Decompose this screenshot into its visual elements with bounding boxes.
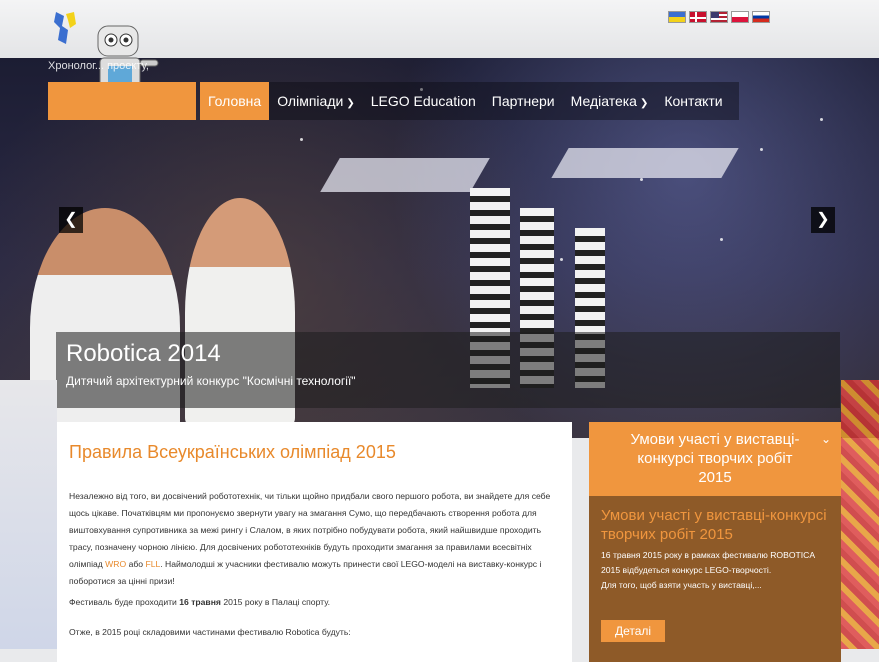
chevron-down-icon: ❯: [346, 98, 355, 109]
slider-prev-button[interactable]: ❮: [59, 207, 83, 233]
article-paragraph-3: Отже, в 2015 році складовими частинами ф…: [69, 627, 351, 637]
ukraine-map-icon: [54, 12, 76, 44]
main-article: Правила Всеукраїнських олімпіад 2015 Нез…: [57, 422, 572, 662]
sidebar-widget: Умови участі у виставці-конкурсі творчих…: [589, 422, 841, 662]
slide-title[interactable]: Robotica 2014: [66, 340, 221, 368]
flag-russia-icon[interactable]: [752, 11, 770, 23]
sidebar-header[interactable]: Умови участі у виставці-конкурсі творчих…: [589, 422, 841, 496]
sidebar-item-title[interactable]: Умови участі у виставці-конкурсі творчих…: [601, 506, 833, 544]
sidebar-item-text: 16 травня 2015 року в рамках фестивалю R…: [601, 550, 815, 590]
nav-logo-area: [48, 82, 196, 120]
flag-denmark-icon[interactable]: [689, 11, 707, 23]
chevron-down-icon: ❯: [639, 98, 649, 109]
chevron-down-icon[interactable]: ⌄: [821, 432, 831, 446]
slider-next-button[interactable]: ❯: [811, 207, 835, 233]
nav-partners[interactable]: Партнери: [484, 82, 563, 120]
flag-poland-icon[interactable]: [731, 11, 749, 23]
flag-ukraine-icon[interactable]: [668, 11, 686, 23]
nav-home[interactable]: Головна: [200, 82, 270, 120]
main-nav: Головна Олімпіади ❯ LEGO Education Партне…: [200, 82, 739, 120]
nav-olympiads[interactable]: Олімпіади ❯: [269, 82, 363, 120]
sidebar-header-title: Умови участі у виставці-конкурсі творчих…: [630, 431, 800, 486]
logo-tagline: Хронолог... проекту,: [48, 60, 149, 72]
article-title[interactable]: Правила Всеукраїнських олімпіад 2015: [69, 442, 396, 463]
slide-subtitle: Дитячий архітектурний конкурс "Космічні …: [66, 374, 356, 388]
chevron-right-icon: ❯: [816, 211, 830, 228]
nav-contacts[interactable]: Контакти: [656, 82, 730, 120]
background-left-decoration: [0, 380, 57, 649]
chevron-left-icon: ❮: [64, 211, 78, 228]
nav-media[interactable]: Медіатека ❯: [563, 82, 657, 120]
flag-usa-icon[interactable]: [710, 11, 728, 23]
details-button[interactable]: Деталі: [601, 620, 665, 642]
slide-caption: Robotica 2014 Дитячий архітектурний конк…: [56, 332, 840, 408]
background-right-decoration: [841, 380, 879, 649]
article-paragraph-2: Фестиваль буде проходити 16 травня 2015 …: [69, 597, 331, 607]
fll-link[interactable]: FLL: [145, 559, 160, 569]
language-switcher: [668, 11, 770, 23]
wro-link[interactable]: WRO: [105, 559, 126, 569]
article-paragraph-1: Незалежно від того, ви досвічений робото…: [69, 491, 551, 586]
nav-lego-education[interactable]: LEGO Education: [363, 82, 484, 120]
